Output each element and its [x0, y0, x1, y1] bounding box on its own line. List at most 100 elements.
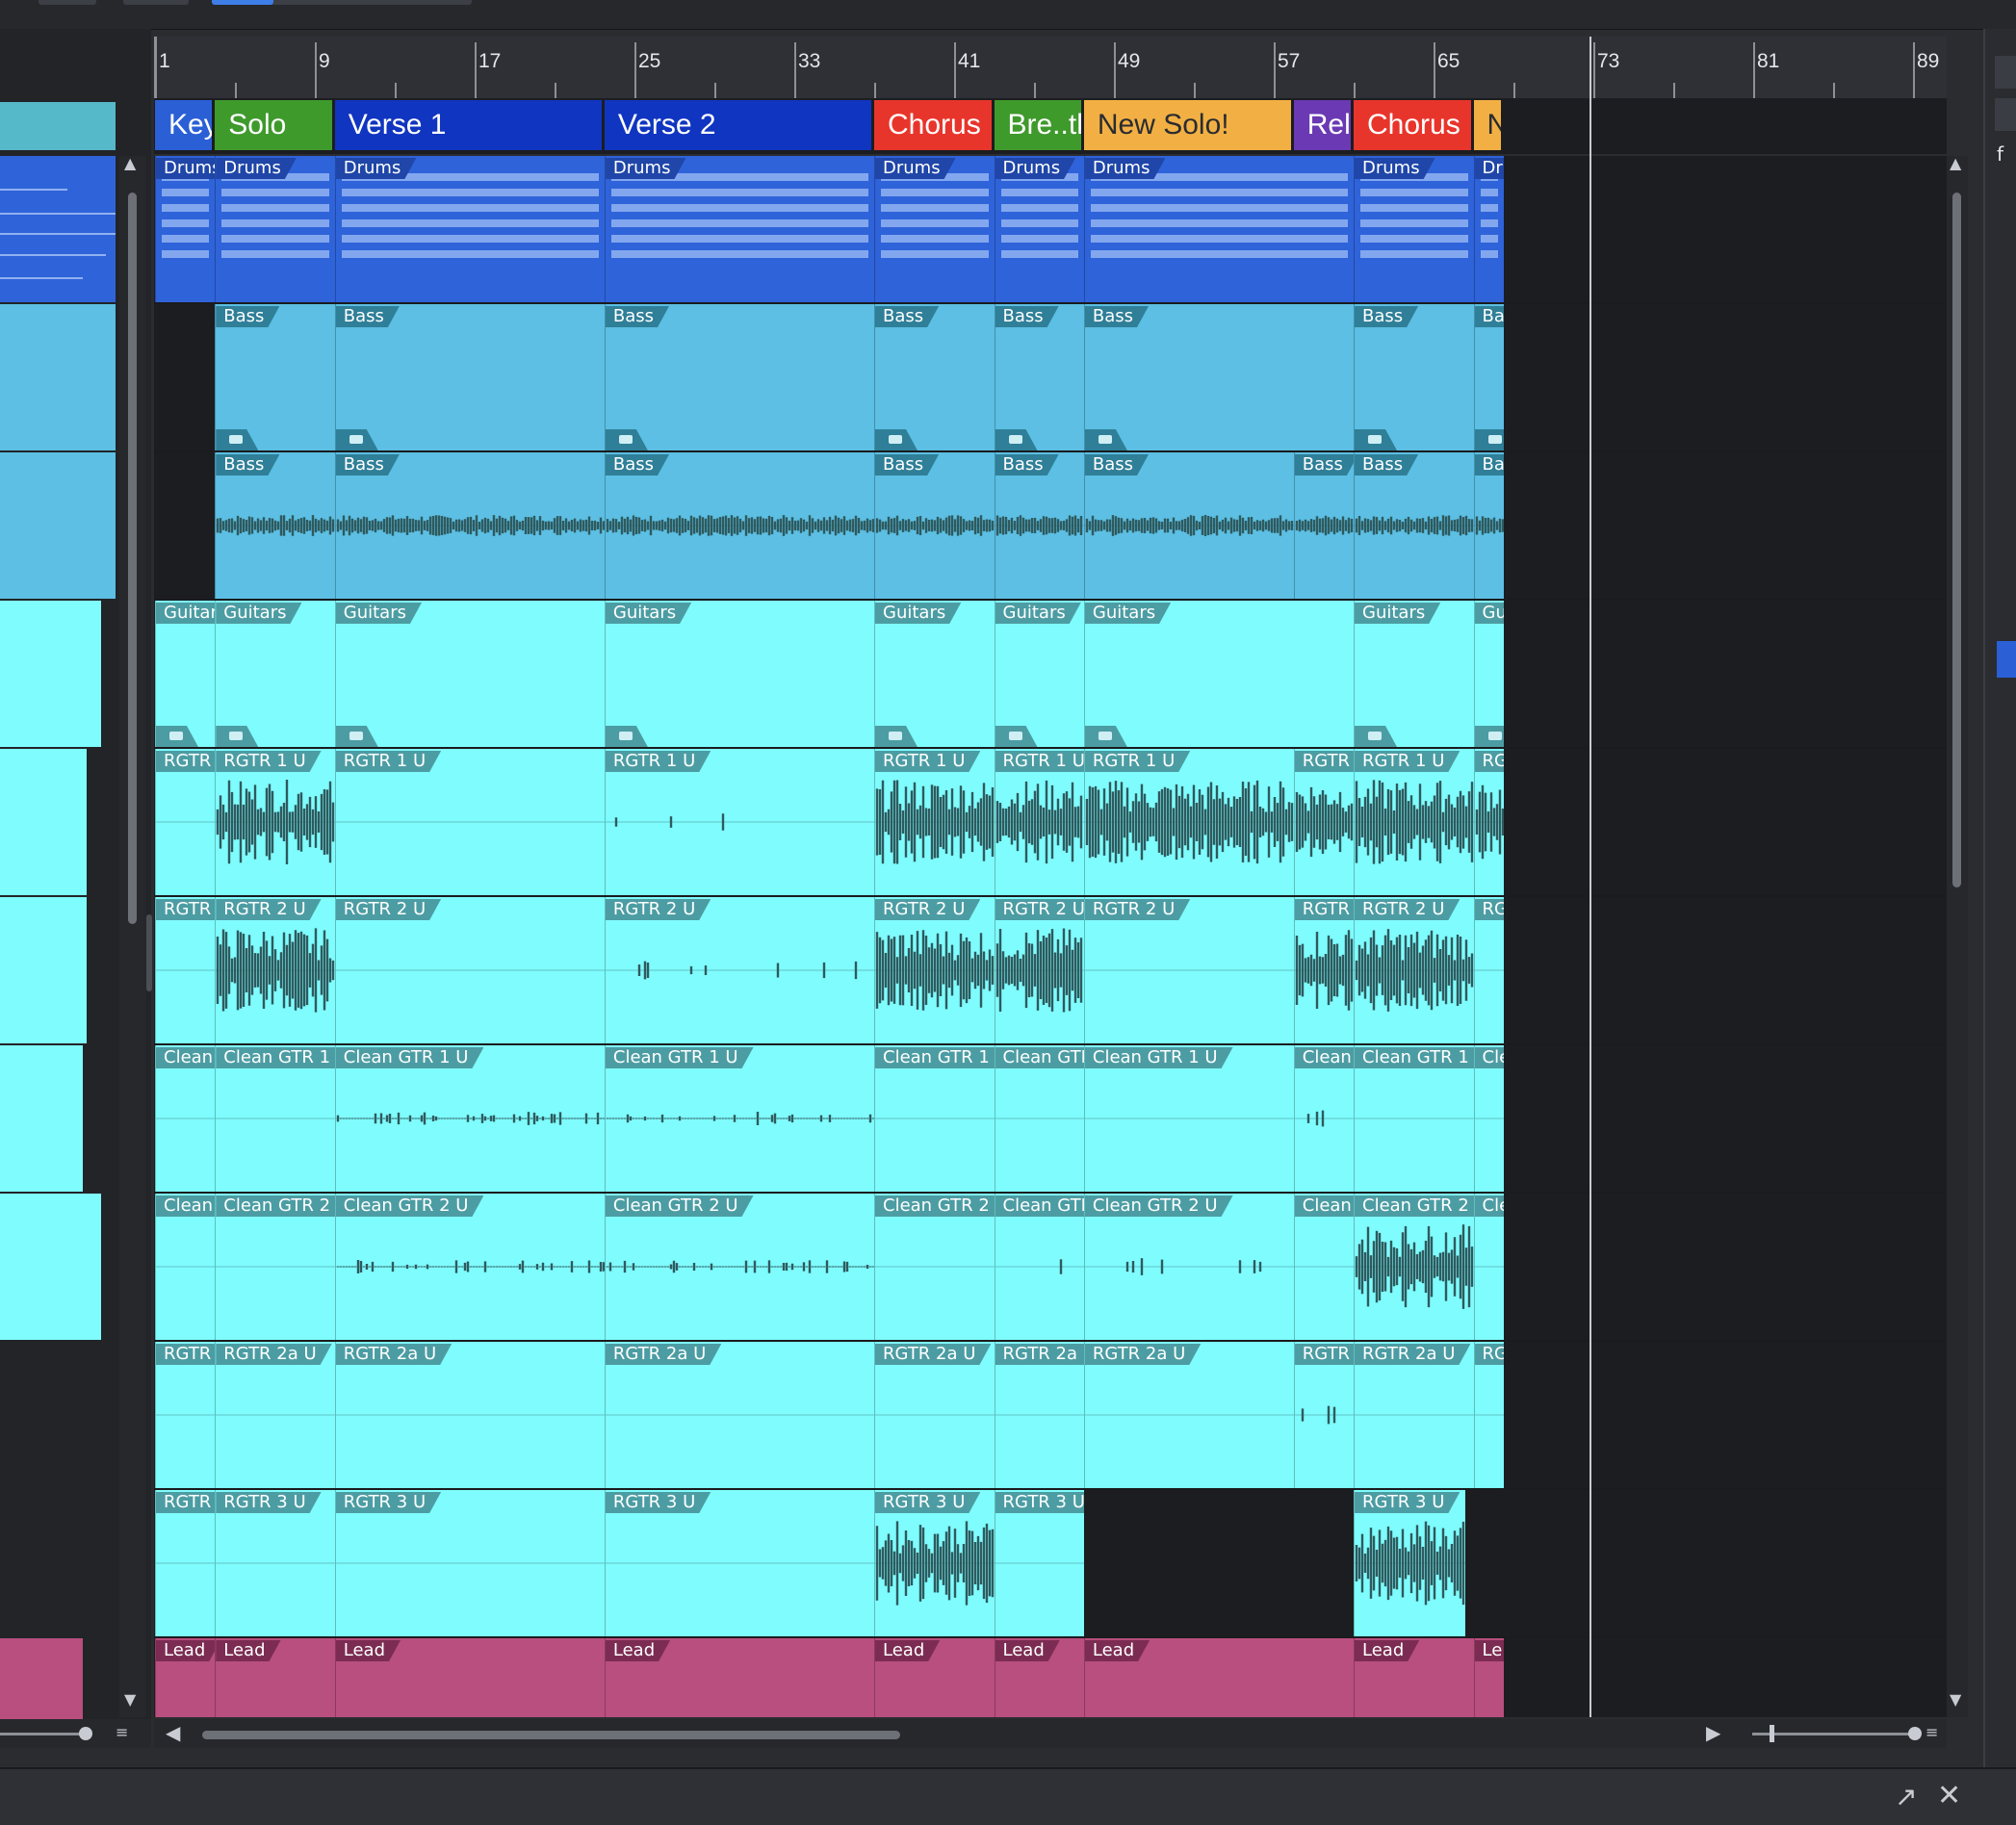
track-event[interactable]: Lead	[1354, 1638, 1474, 1717]
arranger-section[interactable]: Bre..the	[994, 100, 1081, 150]
track-event[interactable]: Drums	[874, 156, 995, 302]
track-event[interactable]: RG	[1473, 749, 1504, 895]
splitter-handle[interactable]	[146, 914, 152, 991]
menu-lines-icon[interactable]: ≡	[1926, 1723, 1938, 1741]
track-event[interactable]: RGTR 2 U	[1354, 897, 1474, 1043]
track-event[interactable]: Bass	[1354, 452, 1474, 599]
track-event[interactable]: RGTR 2a U	[994, 1342, 1084, 1488]
overview-arranger[interactable]	[0, 102, 116, 150]
track-event[interactable]: Bass	[604, 452, 874, 599]
track-event[interactable]: RG	[1473, 897, 1504, 1043]
track-event[interactable]: RGTR 2a U	[874, 1342, 995, 1488]
horizontal-scroll-bar[interactable]: ◀ ▶ ≡	[154, 1719, 1947, 1748]
track-event[interactable]: Lead	[155, 1638, 216, 1717]
overview-track[interactable]	[0, 601, 101, 747]
track-event[interactable]: RGTR 1 U	[334, 749, 605, 895]
track-lane[interactable]: RGTR 3RGTR 3 URGTR 3 URGTR 3 URGTR 3 URG…	[154, 1490, 1947, 1638]
arranger-section[interactable]: Chorus	[1354, 100, 1471, 150]
scrollbar-thumb[interactable]	[202, 1731, 900, 1739]
folder-icon[interactable]	[1355, 429, 1397, 450]
track-lane[interactable]: Bass Bass Bass Bass Bass Bass Bass Ba	[154, 304, 1947, 452]
track-event[interactable]: Clean G	[1293, 1194, 1354, 1340]
track-event[interactable]: RGTR 2 U	[994, 897, 1084, 1043]
folder-icon[interactable]	[216, 726, 258, 747]
track-event[interactable]: Clean G	[1293, 1045, 1354, 1192]
track-event[interactable]: Clean GTR 1 U	[1083, 1045, 1294, 1192]
track-event[interactable]: Lead	[334, 1638, 605, 1717]
overview-track[interactable]	[0, 897, 87, 1043]
track-event[interactable]: Bass	[1354, 304, 1474, 450]
track-event[interactable]: RGTR 2 U	[874, 897, 995, 1043]
timeline-ruler[interactable]: 1 9 17 25 33 41 49 57 65 73 81 89	[154, 37, 1947, 99]
menu-lines-icon[interactable]: ≡	[116, 1723, 128, 1741]
track-event[interactable]: Clean GTR 1 U	[604, 1045, 874, 1192]
triangle-up-icon[interactable]: ▲	[1950, 154, 1961, 172]
track-event[interactable]: RGTR 2a U	[215, 1342, 335, 1488]
track-event[interactable]: Clean GTR 2 U	[874, 1194, 995, 1340]
arranger-section[interactable]: New Solo!	[1083, 100, 1291, 150]
zoom-end-handle[interactable]	[1908, 1727, 1922, 1740]
track-event[interactable]: Bass	[1293, 452, 1354, 599]
track-event[interactable]: Drums	[155, 156, 216, 302]
track-event[interactable]: Clean GTR 2 U	[215, 1194, 335, 1340]
track-event[interactable]: RGTR 2 U	[215, 897, 335, 1043]
panel-button[interactable]	[1995, 98, 2016, 131]
panel-button[interactable]	[1995, 56, 2016, 89]
arranger-section[interactable]: Verse 1	[334, 100, 602, 150]
zoom-handle[interactable]	[1770, 1725, 1774, 1742]
folder-icon[interactable]	[875, 429, 918, 450]
track-event[interactable]: Guitars	[334, 601, 605, 747]
toolbar-tab-active[interactable]	[212, 0, 273, 5]
folder-icon[interactable]	[1355, 726, 1397, 747]
track-event[interactable]: RGTR 3 U	[334, 1490, 605, 1636]
track-event[interactable]: Guitars	[215, 601, 335, 747]
arranger-section[interactable]: N	[1473, 100, 1501, 150]
track-event[interactable]: RGTR 1 U	[1354, 749, 1474, 895]
track-event[interactable]: Bass	[1083, 452, 1294, 599]
arranger-section[interactable]: Solo	[215, 100, 332, 150]
track-event[interactable]: Clean GTR 1 U	[215, 1045, 335, 1192]
overview-track[interactable]	[0, 749, 87, 895]
track-event[interactable]: RGTR	[1293, 749, 1354, 895]
track-event[interactable]: Guitars	[994, 601, 1084, 747]
track-event[interactable]: RGTR 3 U	[215, 1490, 335, 1636]
folder-icon[interactable]	[875, 726, 918, 747]
track-event[interactable]: Guitars	[1354, 601, 1474, 747]
track-event[interactable]: RGTR 1 U	[1083, 749, 1294, 895]
track-event[interactable]: Clean GTR 1 U	[874, 1045, 995, 1192]
track-event[interactable]: RGTR 2	[155, 897, 216, 1043]
toolbar-button[interactable]	[123, 0, 189, 5]
track-lane[interactable]: RGTR 2RGTR 2 URGTR 2 URGTR 2 URGTR 2 URG…	[154, 897, 1947, 1045]
panel-indicator[interactable]	[1997, 641, 2016, 678]
triangle-up-icon[interactable]: ▲	[124, 154, 136, 172]
folder-icon[interactable]	[336, 726, 378, 747]
track-event[interactable]: Bass	[874, 304, 995, 450]
track-event[interactable]: Dr	[1473, 156, 1504, 302]
track-event[interactable]: RGTR 2a U	[334, 1342, 605, 1488]
toolbar-button[interactable]	[39, 0, 96, 5]
tracks-area[interactable]: DrumsDrumsDrumsDrumsDrumsDrumsDrumsDrums…	[154, 156, 1947, 1717]
track-event[interactable]: Le	[1473, 1638, 1504, 1717]
track-event[interactable]: Clean GTR 2 U	[1354, 1194, 1474, 1340]
track-event[interactable]: Bass	[334, 304, 605, 450]
track-lane[interactable]: RGTR RGTR 1 U RGTR 1 U RGTR 1 U RGTR 1 U RGTR…	[154, 749, 1947, 897]
track-event[interactable]: Clean GTR 1 U	[1354, 1045, 1474, 1192]
folder-icon[interactable]	[606, 429, 648, 450]
folder-icon[interactable]	[336, 429, 378, 450]
track-event[interactable]: RGTR 3 U	[604, 1490, 874, 1636]
triangle-down-icon[interactable]: ▼	[1950, 1690, 1961, 1709]
track-event[interactable]: Guitars	[155, 601, 216, 747]
track-lane[interactable]: Clean GClean GTR 1 UClean GTR 1 UClean G…	[154, 1045, 1947, 1194]
track-event[interactable]: RGTR 1 U	[604, 749, 874, 895]
folder-icon[interactable]	[995, 429, 1038, 450]
overview-track[interactable]	[0, 1638, 83, 1721]
track-event[interactable]: Gu	[1473, 601, 1504, 747]
track-event[interactable]: Clean GTR 2 U	[334, 1194, 605, 1340]
folder-icon[interactable]	[995, 726, 1038, 747]
track-event[interactable]: Bass	[874, 452, 995, 599]
track-event[interactable]: RGTR 3 U	[874, 1490, 995, 1636]
arranger-section[interactable]: Keyn	[155, 100, 213, 150]
track-event[interactable]: Drums	[334, 156, 605, 302]
track-event[interactable]: RGTR 3	[155, 1490, 216, 1636]
track-event[interactable]: Bass	[994, 304, 1084, 450]
